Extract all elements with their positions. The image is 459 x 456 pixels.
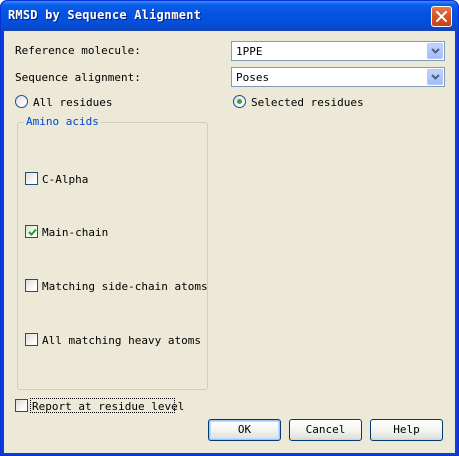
matching-side-chain-atoms-checkbox[interactable] [25,279,38,292]
title-bar[interactable]: RMSD by Sequence Alignment [1,1,458,31]
close-button[interactable] [431,6,452,27]
reference-molecule-value: 1PPE [236,45,263,58]
main-chain-label: Main-chain [42,226,109,239]
report-residue-level-checkbox[interactable] [15,399,28,412]
all-residues-radio[interactable] [15,95,28,108]
all-residues-label: All residues [33,96,113,109]
dialog-client-area: Reference molecule: 1PPE Sequence alignm… [4,31,455,453]
matching-side-chain-atoms-label: Matching side-chain atoms [42,280,208,293]
report-residue-level-label: Report at residue level [32,400,185,413]
main-chain-checkbox[interactable] [25,225,38,238]
amino-acids-group-title: Amino acids [24,115,101,128]
c-alpha-checkbox[interactable] [25,172,38,185]
reference-molecule-select[interactable]: 1PPE [231,41,445,61]
sequence-alignment-value: Poses [236,71,270,84]
window-title: RMSD by Sequence Alignment [8,8,202,22]
dialog-window: RMSD by Sequence Alignment Reference mol… [0,0,459,456]
sequence-alignment-dropdown-button[interactable] [427,69,443,85]
selected-residues-label: Selected residues [251,96,364,109]
help-button[interactable]: Help [370,419,443,441]
chevron-down-icon [431,48,440,54]
amino-acids-groupbox [17,122,208,390]
sequence-alignment-label: Sequence alignment: [15,71,141,84]
reference-molecule-label: Reference molecule: [15,44,141,57]
window-frame-right [455,31,458,455]
checkmark-icon [28,228,37,236]
chevron-down-icon [431,74,440,80]
ok-button[interactable]: OK [208,419,281,441]
close-icon [436,11,447,22]
all-matching-heavy-atoms-checkbox[interactable] [25,333,38,346]
all-matching-heavy-atoms-label: All matching heavy atoms [42,334,201,347]
sequence-alignment-select[interactable]: Poses [231,67,445,87]
reference-molecule-dropdown-button[interactable] [427,43,443,59]
radio-selected-dot [237,99,242,104]
selected-residues-radio[interactable] [233,95,246,108]
c-alpha-label: C-Alpha [42,173,89,186]
cancel-button[interactable]: Cancel [289,419,362,441]
